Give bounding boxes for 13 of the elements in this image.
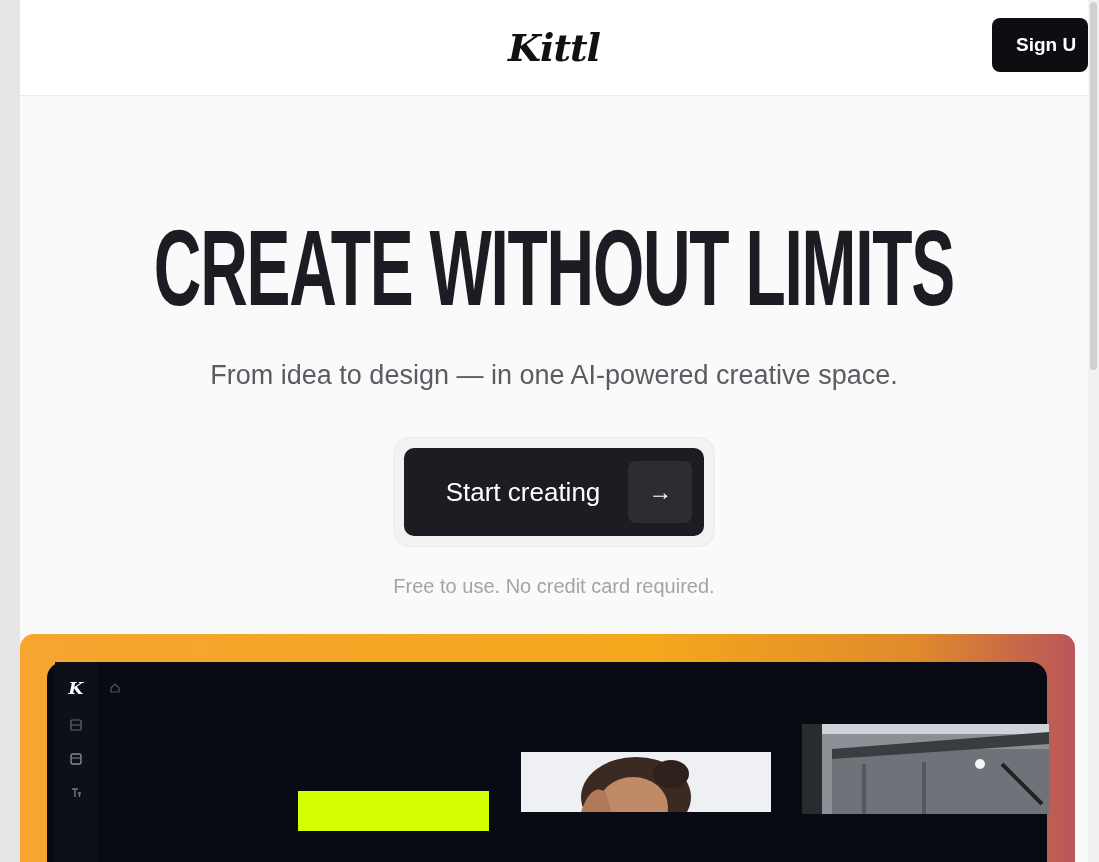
- subtitle: From idea to design — in one AI-powered creative space.: [210, 360, 898, 391]
- scrollbar[interactable]: [1088, 0, 1099, 862]
- start-creating-button[interactable]: Start creating →: [403, 448, 705, 536]
- app-logo: K: [68, 678, 84, 698]
- headline: CREATE WITHOUT LIMITS: [153, 218, 955, 318]
- scrollbar-thumb[interactable]: [1090, 2, 1097, 370]
- note-text: Free to use. No credit card required.: [393, 575, 715, 598]
- panel-icon[interactable]: [69, 752, 83, 766]
- logo[interactable]: Kittl: [508, 25, 600, 70]
- sign-up-button[interactable]: Sign U: [992, 18, 1088, 72]
- menu-icon[interactable]: [69, 718, 83, 732]
- text-icon[interactable]: [69, 786, 83, 800]
- home-icon: [109, 682, 121, 694]
